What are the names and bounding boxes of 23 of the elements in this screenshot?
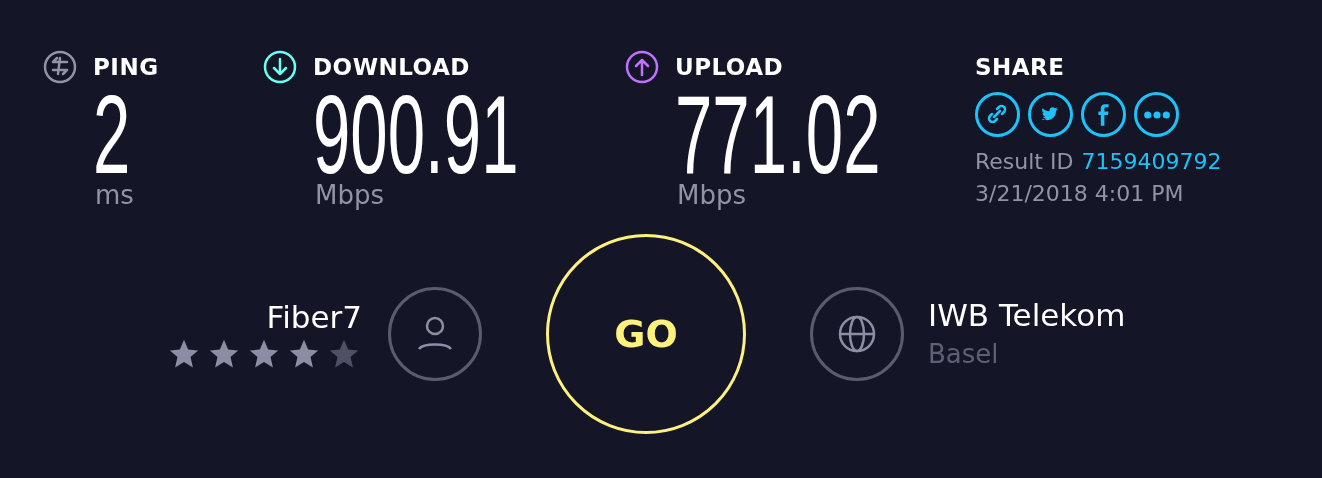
metric-unit: ms — [95, 180, 135, 210]
metric-value: 900.91 — [313, 90, 519, 180]
metric-value: 2 — [93, 90, 131, 180]
server-location: Basel — [928, 337, 1000, 371]
share-button[interactable] — [1028, 92, 1073, 137]
server-name: IWB Telekom — [928, 295, 1126, 335]
share-button[interactable] — [1134, 92, 1179, 137]
result-id-link[interactable]: 7159409792 — [1081, 145, 1222, 178]
metric-unit: Mbps — [677, 180, 747, 210]
share-heading: SHARE — [975, 53, 1066, 82]
result-datetime: 3/21/2018 4:01 PM — [975, 180, 1185, 208]
share-button[interactable] — [975, 92, 1020, 137]
metric-label: PING — [93, 53, 159, 82]
metric-unit: Mbps — [315, 180, 385, 210]
share-button[interactable] — [1081, 92, 1126, 137]
isp-name: Fiber7 — [266, 298, 362, 337]
metric-value: 771.02 — [675, 90, 881, 180]
go-button[interactable]: GO — [546, 234, 746, 434]
metric-label: UPLOAD — [675, 53, 784, 82]
more-dots-icon — [1143, 110, 1170, 119]
result-label: Result ID — [975, 148, 1074, 176]
metric-label: DOWNLOAD — [313, 53, 470, 82]
f-letter-icon — [1098, 103, 1109, 126]
